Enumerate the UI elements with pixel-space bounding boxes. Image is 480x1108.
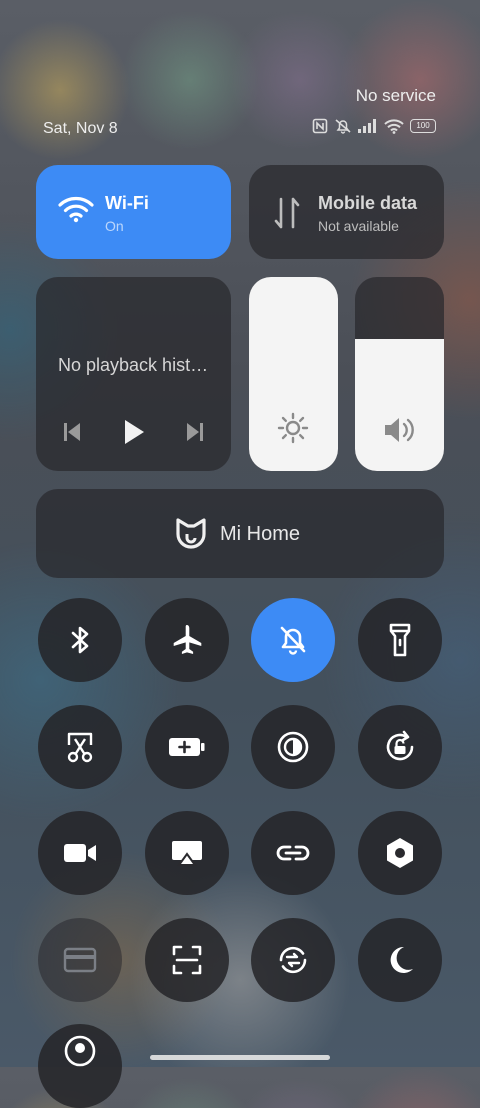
airplane-mode-toggle[interactable] bbox=[145, 598, 229, 682]
airplane-icon bbox=[170, 623, 204, 657]
silent-mode-toggle[interactable] bbox=[251, 598, 335, 682]
battery-plus-icon bbox=[168, 736, 206, 758]
flashlight-icon bbox=[387, 622, 413, 658]
wifi-icon bbox=[58, 195, 94, 228]
mobile-data-arrows-icon bbox=[271, 195, 303, 236]
media-status-text: No playback hist… bbox=[58, 355, 209, 375]
scan-icon bbox=[171, 944, 203, 976]
flashlight-toggle[interactable] bbox=[358, 598, 442, 682]
link-icon bbox=[275, 841, 311, 865]
nfc-icon bbox=[312, 118, 328, 134]
wifi-icon bbox=[384, 118, 404, 134]
mobile-data-status: Not available bbox=[318, 218, 399, 234]
mi-home-button[interactable]: Mi Home bbox=[36, 489, 444, 578]
hexagon-gear-icon bbox=[384, 836, 416, 870]
moon-icon bbox=[384, 944, 416, 976]
reading-mode-toggle[interactable] bbox=[251, 705, 335, 789]
next-track-icon[interactable] bbox=[185, 421, 205, 448]
previous-track-icon[interactable] bbox=[62, 421, 82, 448]
scissors-icon bbox=[64, 730, 96, 764]
wifi-tile-status: On bbox=[105, 218, 124, 234]
cast-icon bbox=[170, 839, 204, 867]
link-toggle[interactable] bbox=[251, 811, 335, 895]
home-indicator[interactable] bbox=[150, 1055, 330, 1060]
screen-recorder-toggle[interactable] bbox=[38, 811, 122, 895]
bluetooth-toggle[interactable] bbox=[38, 598, 122, 682]
battery-icon: 100 bbox=[410, 119, 436, 133]
sync-icon bbox=[275, 942, 311, 978]
mobile-data-title: Mobile data bbox=[318, 193, 418, 213]
cast-toggle[interactable] bbox=[145, 811, 229, 895]
battery-saver-toggle[interactable] bbox=[145, 705, 229, 789]
location-icon bbox=[63, 1034, 97, 1068]
play-icon[interactable] bbox=[122, 418, 146, 451]
media-player-tile[interactable]: No playback hist… bbox=[36, 277, 231, 471]
contrast-icon bbox=[276, 730, 310, 764]
mi-home-label: Mi Home bbox=[220, 523, 301, 545]
card-toggle[interactable] bbox=[38, 918, 122, 1002]
sync-toggle[interactable] bbox=[251, 918, 335, 1002]
volume-level bbox=[355, 339, 444, 471]
bluetooth-icon bbox=[66, 624, 94, 656]
settings-toggle[interactable] bbox=[358, 811, 442, 895]
mute-icon bbox=[334, 118, 352, 134]
screenshot-toggle[interactable] bbox=[38, 705, 122, 789]
wifi-tile-title: Wi-Fi bbox=[105, 193, 149, 213]
brightness-icon bbox=[277, 412, 309, 449]
location-toggle[interactable] bbox=[38, 1024, 122, 1108]
mi-home-logo-icon bbox=[174, 517, 208, 556]
signal-icon bbox=[358, 119, 378, 133]
carrier-status: No service bbox=[355, 86, 436, 105]
rotate-lock-icon bbox=[382, 729, 418, 765]
card-icon bbox=[63, 947, 97, 973]
wifi-tile[interactable]: Wi-Fi On bbox=[36, 165, 231, 259]
scanner-toggle[interactable] bbox=[145, 918, 229, 1002]
volume-slider[interactable] bbox=[355, 277, 444, 471]
status-icons: 100 bbox=[312, 118, 436, 134]
volume-icon bbox=[383, 416, 417, 449]
video-camera-icon bbox=[62, 841, 98, 865]
dark-mode-toggle[interactable] bbox=[358, 918, 442, 1002]
status-date: Sat, Nov 8 bbox=[43, 120, 118, 137]
brightness-slider[interactable] bbox=[249, 277, 338, 471]
bell-off-icon bbox=[277, 624, 309, 656]
auto-rotate-toggle[interactable] bbox=[358, 705, 442, 789]
mobile-data-tile[interactable]: Mobile data Not available bbox=[249, 165, 444, 259]
